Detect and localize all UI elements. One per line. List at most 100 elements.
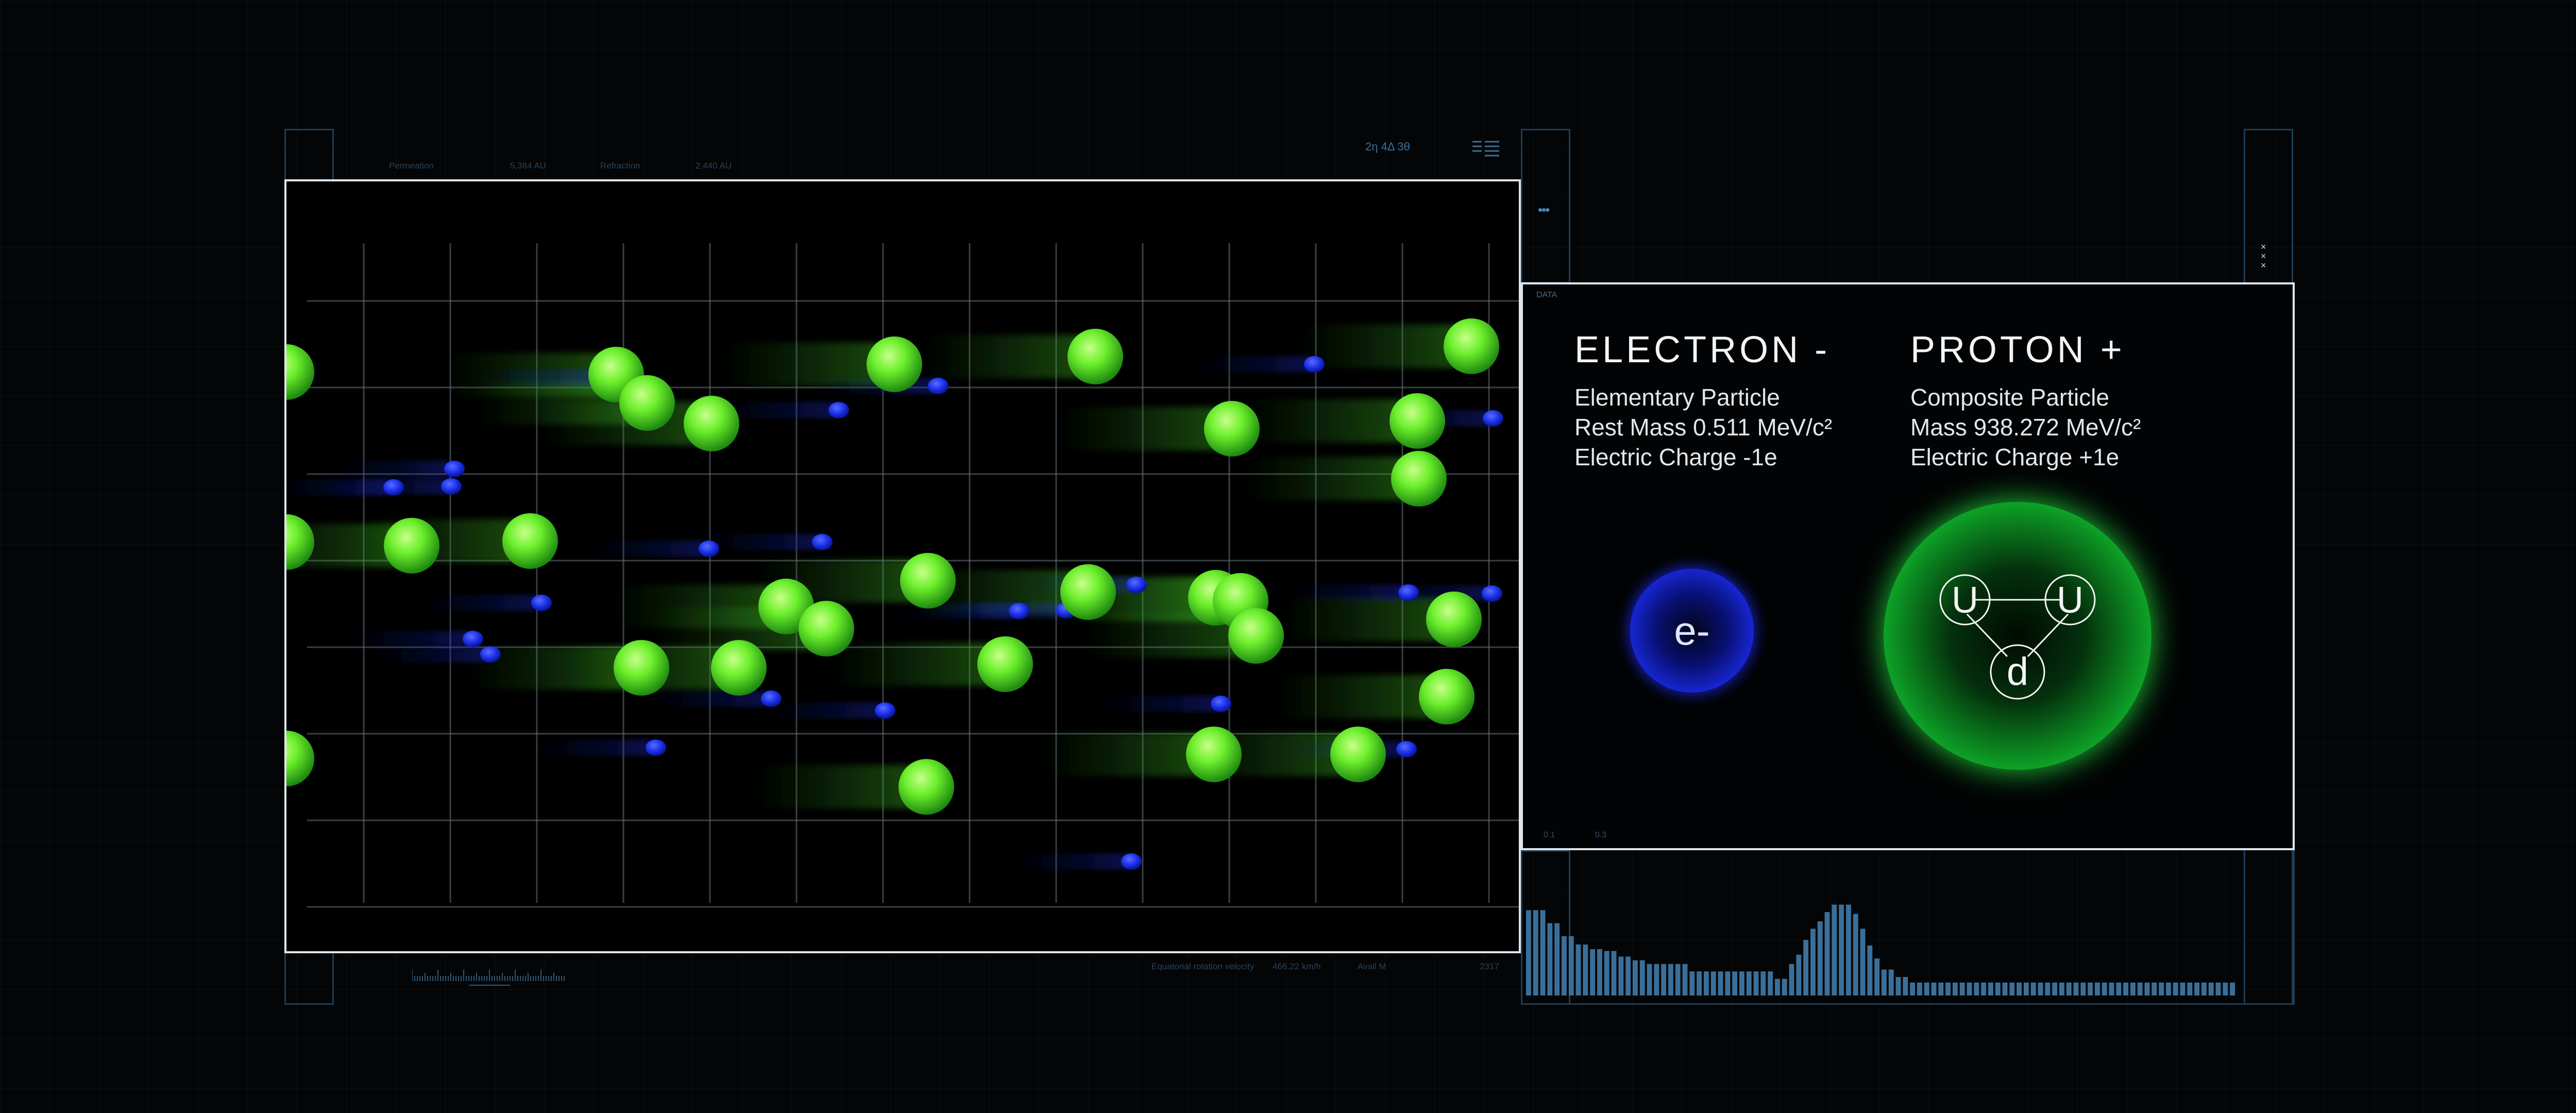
histogram-bar xyxy=(2137,982,2143,996)
particle-viewport[interactable] xyxy=(284,179,1521,953)
histogram-bar xyxy=(1917,982,1922,996)
proton-particle xyxy=(502,513,558,569)
electron-particle xyxy=(441,478,462,495)
histogram-bar xyxy=(1583,945,1588,996)
proton-particle xyxy=(867,336,922,392)
electron-trail xyxy=(1368,585,1492,602)
close-x-icons[interactable]: × × × xyxy=(2261,242,2266,270)
electron-trail xyxy=(367,646,490,663)
histogram-bar xyxy=(2223,982,2228,996)
histogram-bar xyxy=(1775,979,1780,996)
top-readout-label-1: Permeation xyxy=(389,161,434,171)
proton-particle xyxy=(286,344,314,400)
histogram-bar xyxy=(2187,982,2193,996)
bottom-readout-label-1: Equatorial rotation velocity xyxy=(1151,962,1255,971)
electron-charge: Electric Charge -1e xyxy=(1574,444,1777,470)
electron-type: Elementary Particle xyxy=(1574,384,1780,411)
histogram-bar xyxy=(2052,982,2058,996)
histogram-bar xyxy=(1874,958,1880,996)
proton-mass: Mass 938.272 MeV/c² xyxy=(1910,414,2141,441)
histogram-bar xyxy=(1760,971,1766,996)
histogram-bar xyxy=(1554,923,1560,996)
histogram-bar xyxy=(1668,964,1673,996)
electron-trail xyxy=(648,690,771,707)
histogram-bar xyxy=(1882,969,1887,996)
proton-particle xyxy=(684,396,739,451)
proton-particle xyxy=(799,601,854,656)
histogram-bar xyxy=(1746,971,1752,996)
electron-particle xyxy=(1482,585,1502,602)
histogram-bar xyxy=(1618,956,1624,996)
bottom-readout-label-2: Avail M xyxy=(1358,962,1386,971)
histogram-bar xyxy=(2045,982,2050,996)
quark-up-1: U xyxy=(1952,580,1978,621)
histogram-bar xyxy=(2130,982,2136,996)
electron-trail xyxy=(418,595,541,611)
proton-particle xyxy=(1426,592,1482,647)
particle-simulation xyxy=(286,243,1519,908)
histogram-bar xyxy=(1924,982,1929,996)
histogram-bar xyxy=(1633,960,1638,996)
histogram-bar xyxy=(1597,949,1602,996)
histogram-bar xyxy=(2073,982,2079,996)
histogram-bar xyxy=(2002,982,2008,996)
particle-info-card: DATA ELECTRON - Elementary Particle Rest… xyxy=(1521,282,2295,850)
histogram-bar xyxy=(1888,969,1894,996)
electron-particle xyxy=(761,690,782,707)
histogram-bar xyxy=(1611,951,1617,996)
histogram-bar xyxy=(2215,982,2221,996)
electron-trail xyxy=(349,631,473,647)
histogram-bar xyxy=(2109,982,2114,996)
electron-particle xyxy=(828,402,849,418)
histogram-bar xyxy=(2123,982,2129,996)
histogram-bar xyxy=(1938,982,1944,996)
proton-type: Composite Particle xyxy=(1910,384,2110,411)
histogram-bar xyxy=(1910,982,1916,996)
histogram-bar xyxy=(1732,971,1738,996)
histogram-bar xyxy=(1974,982,1979,996)
histogram-bar xyxy=(1697,971,1702,996)
card-tag: DATA xyxy=(1536,291,1557,299)
electron-particle xyxy=(383,479,404,496)
histogram-bar xyxy=(2173,982,2178,996)
histogram-bar xyxy=(1704,971,1709,996)
proton-particle xyxy=(1186,727,1242,782)
histogram-bar xyxy=(1526,910,1531,996)
electron-particle xyxy=(531,595,552,611)
electron-particle xyxy=(1009,603,1029,619)
proton-particle xyxy=(1060,564,1116,620)
histogram-bar xyxy=(1562,936,1567,996)
menu-lines-icon[interactable] xyxy=(1472,140,1499,157)
proton-particle xyxy=(1444,318,1499,374)
electron-particle xyxy=(699,541,719,557)
histogram-bar xyxy=(2194,982,2200,996)
histogram-bar xyxy=(1967,982,1972,996)
proton-particle xyxy=(899,759,954,815)
histogram-bar xyxy=(2102,982,2107,996)
histogram-bar xyxy=(1817,921,1823,996)
proton-particle xyxy=(1067,329,1123,384)
histogram-bar xyxy=(2116,982,2122,996)
electron-particle xyxy=(1211,696,1231,712)
electron-trail xyxy=(895,603,1019,619)
histogram-bar xyxy=(2016,982,2022,996)
histogram-bar xyxy=(2038,982,2043,996)
histogram-bar xyxy=(2030,982,2036,996)
proton-charge: Electric Charge +1e xyxy=(1910,444,2120,470)
ellipsis-icon[interactable]: ••• xyxy=(1538,202,1550,218)
histogram-bar xyxy=(1625,956,1631,996)
histogram-bar xyxy=(1959,982,1965,996)
particle-trails xyxy=(286,325,1493,870)
proton-title: PROTON + xyxy=(1910,329,2125,370)
histogram-bar xyxy=(1768,971,1773,996)
histogram-bar xyxy=(2009,982,2015,996)
histogram-bar xyxy=(1718,971,1723,996)
histogram-bar xyxy=(1604,951,1609,996)
electron-trail xyxy=(1097,696,1221,712)
histogram-bar xyxy=(1647,964,1652,996)
electron-title: ELECTRON - xyxy=(1574,329,1831,370)
histogram-bar xyxy=(1981,982,1987,996)
histogram-bar xyxy=(1590,949,1596,996)
histogram-bar xyxy=(1789,964,1794,996)
proton-particle xyxy=(384,518,439,574)
